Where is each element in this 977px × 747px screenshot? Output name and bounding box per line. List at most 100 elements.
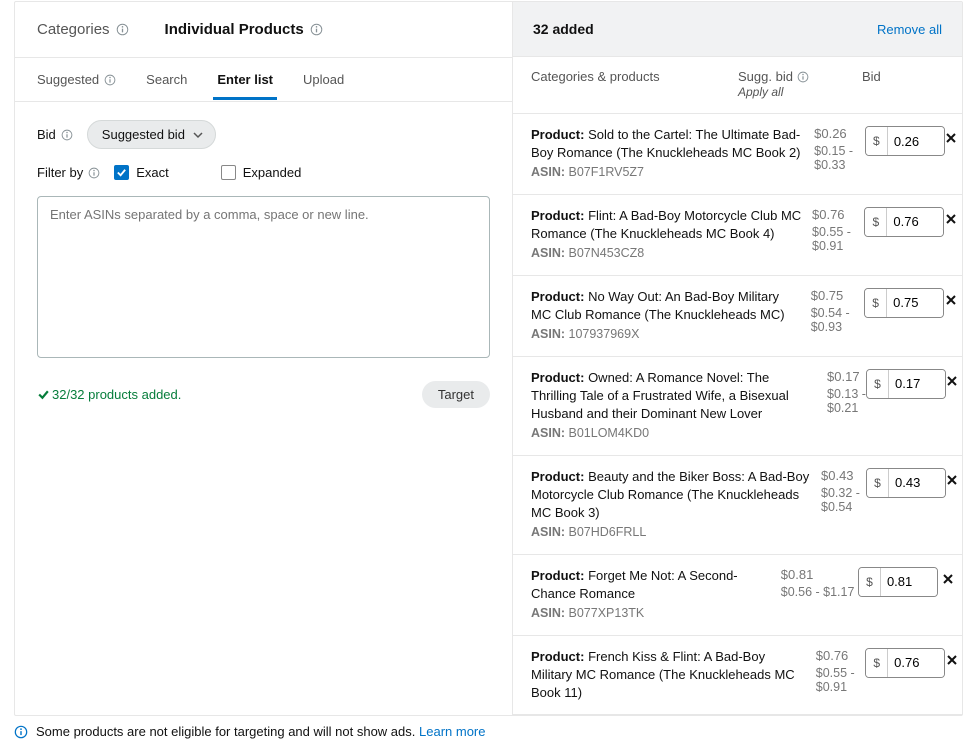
subtab-search[interactable]: Search	[146, 60, 187, 99]
bid-input[interactable]	[887, 208, 943, 236]
bid-cell: $	[866, 468, 946, 498]
product-list[interactable]: Product: Sold to the Cartel: The Ultimat…	[513, 114, 962, 715]
table-row: Product: Flint: A Bad-Boy Motorcycle Clu…	[513, 195, 962, 276]
info-icon	[61, 129, 73, 141]
filter-label-text: Filter by	[37, 165, 83, 180]
remove-button[interactable]	[945, 126, 958, 148]
col-bid: Bid	[838, 69, 944, 84]
close-icon	[946, 654, 958, 666]
product-asin: ASIN: B01LOM4KD0	[531, 425, 817, 443]
chevron-down-icon	[193, 130, 203, 140]
remove-button[interactable]	[946, 369, 958, 391]
bid-input-wrapper: $	[864, 207, 944, 237]
bid-input[interactable]	[889, 370, 945, 398]
footer-bar: Some products are not eligible for targe…	[14, 724, 963, 739]
remove-all-link[interactable]: Remove all	[877, 22, 942, 37]
currency-symbol: $	[867, 469, 889, 497]
left-panel: Categories Individual Products Suggested…	[15, 2, 513, 715]
info-icon	[14, 725, 28, 739]
close-icon	[946, 474, 958, 486]
target-button[interactable]: Target	[422, 381, 490, 408]
bid-input-wrapper: $	[858, 567, 938, 597]
right-header: 32 added Remove all	[513, 2, 962, 57]
suggested-bid: $0.76$0.55 - $0.91	[812, 207, 864, 253]
suggested-bid: $0.26$0.15 - $0.33	[814, 126, 865, 172]
subtab-upload[interactable]: Upload	[303, 60, 344, 99]
targeting-container: Categories Individual Products Suggested…	[14, 1, 963, 716]
currency-symbol: $	[865, 289, 887, 317]
product-description: Product: Beauty and the Biker Boss: A Ba…	[531, 468, 821, 542]
subtab-enter-list[interactable]: Enter list	[217, 60, 273, 99]
product-description: Product: Forget Me Not: A Second-Chance …	[531, 567, 781, 623]
bid-input[interactable]	[887, 289, 943, 317]
remove-button[interactable]	[944, 207, 958, 229]
product-title: Product: No Way Out: An Bad-Boy Military…	[531, 288, 801, 324]
bid-input[interactable]	[888, 649, 944, 677]
footer-text: Some products are not eligible for targe…	[36, 724, 415, 739]
checkbox-expanded[interactable]: Expanded	[221, 165, 302, 180]
table-row: Product: No Way Out: An Bad-Boy Military…	[513, 276, 962, 357]
bid-input-wrapper: $	[865, 648, 945, 678]
close-icon	[945, 294, 957, 306]
bid-label: Bid	[37, 127, 73, 142]
subtab-suggested[interactable]: Suggested	[37, 60, 116, 99]
remove-button[interactable]	[946, 468, 958, 490]
status-text: 32/32 products added.	[37, 387, 181, 402]
subtab-suggested-label: Suggested	[37, 72, 99, 87]
product-description: Product: French Kiss & Flint: A Bad-Boy …	[531, 648, 816, 703]
product-title: Product: Sold to the Cartel: The Ultimat…	[531, 126, 804, 162]
right-panel: 32 added Remove all Categories & product…	[513, 2, 962, 715]
product-title: Product: Flint: A Bad-Boy Motorcycle Clu…	[531, 207, 802, 243]
bid-select[interactable]: Suggested bid	[87, 120, 216, 149]
col-name: Categories & products	[531, 69, 738, 84]
asin-textarea[interactable]	[37, 196, 490, 358]
bid-input[interactable]	[881, 568, 937, 596]
bid-select-value: Suggested bid	[102, 127, 185, 142]
suggested-bid: $0.75$0.54 - $0.93	[811, 288, 864, 334]
bid-cell: $	[865, 648, 945, 678]
product-description: Product: Owned: A Romance Novel: The Thr…	[531, 369, 827, 443]
col-sugg: Sugg. bid Apply all	[738, 69, 838, 99]
tab-individual-products[interactable]: Individual Products	[165, 21, 323, 38]
currency-symbol: $	[865, 208, 887, 236]
product-asin: ASIN: B07F1RV5Z7	[531, 164, 804, 182]
bid-input-wrapper: $	[866, 468, 946, 498]
product-description: Product: Sold to the Cartel: The Ultimat…	[531, 126, 814, 182]
product-asin: ASIN: 107937969X	[531, 326, 801, 344]
filter-label: Filter by	[37, 165, 100, 180]
info-icon	[310, 23, 323, 36]
remove-button[interactable]	[944, 288, 958, 310]
tab-individual-label: Individual Products	[165, 21, 304, 38]
suggested-bid: $0.17$0.13 - $0.21	[827, 369, 866, 415]
table-row: Product: French Kiss & Flint: A Bad-Boy …	[513, 636, 962, 715]
table-row: Product: Sold to the Cartel: The Ultimat…	[513, 114, 962, 195]
check-icon	[37, 388, 50, 401]
bid-input[interactable]	[889, 469, 945, 497]
bid-input-wrapper: $	[865, 126, 945, 156]
product-asin: ASIN: B077XP13TK	[531, 605, 771, 623]
table-row: Product: Forget Me Not: A Second-Chance …	[513, 555, 962, 636]
remove-button[interactable]	[945, 648, 958, 670]
currency-symbol: $	[866, 649, 888, 677]
tab-categories-label: Categories	[37, 21, 110, 38]
info-icon	[116, 23, 129, 36]
suggested-bid: $0.43$0.32 - $0.54	[821, 468, 866, 514]
close-icon	[946, 375, 958, 387]
table-row: Product: Beauty and the Biker Boss: A Ba…	[513, 456, 962, 555]
target-button-label: Target	[438, 387, 474, 402]
checkbox-expanded-label: Expanded	[243, 165, 302, 180]
subtab-search-label: Search	[146, 72, 187, 87]
info-icon	[88, 167, 100, 179]
info-icon	[104, 74, 116, 86]
subtab-enter-list-label: Enter list	[217, 72, 273, 87]
checkbox-exact[interactable]: Exact	[114, 165, 169, 180]
footer-learn-more[interactable]: Learn more	[419, 724, 485, 739]
bid-input[interactable]	[888, 127, 944, 155]
columns-header: Categories & products Sugg. bid Apply al…	[513, 57, 962, 114]
bid-cell: $	[864, 207, 944, 237]
apply-all-link[interactable]: Apply all	[738, 85, 783, 99]
remove-button[interactable]	[938, 567, 958, 589]
tab-categories[interactable]: Categories	[37, 21, 129, 38]
bid-input-wrapper: $	[864, 288, 944, 318]
controls-area: Bid Suggested bid Filter by Exact	[15, 102, 512, 371]
